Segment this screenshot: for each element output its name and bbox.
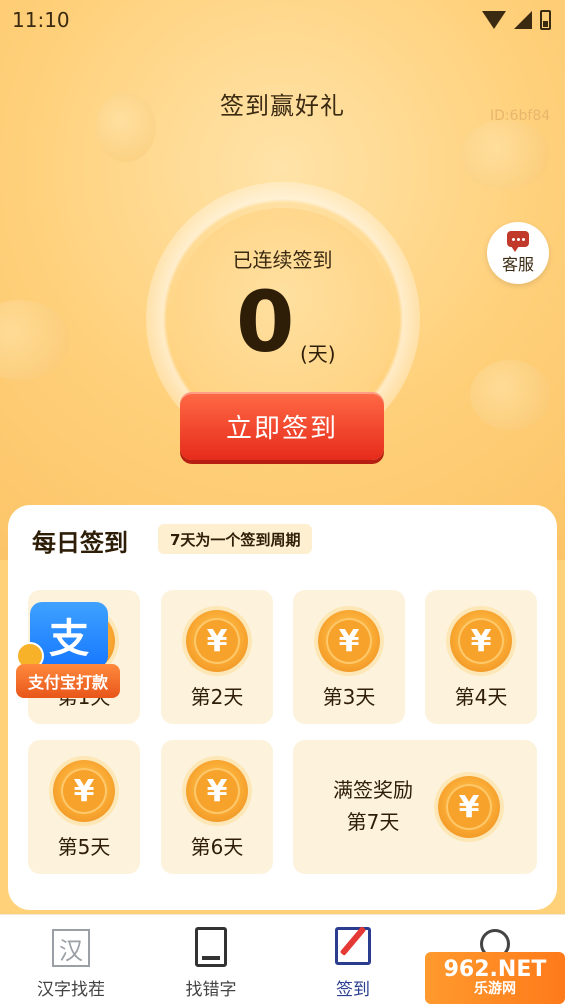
alipay-payout-badge[interactable]: 支 支付宝打款: [16, 602, 120, 698]
streak-unit: (天): [300, 342, 336, 366]
daily-signin-title: 每日签到: [32, 529, 128, 557]
coin-icon: ¥: [318, 610, 380, 672]
day-label: 第5天: [57, 835, 111, 859]
signal-icon: [514, 11, 532, 29]
status-bar: 11:10: [0, 0, 565, 40]
day-2-card[interactable]: ¥ 第2天: [161, 590, 273, 724]
streak-label: 已连续签到: [232, 248, 333, 272]
status-time: 11:10: [12, 8, 70, 32]
page-title: 签到赢好礼: [220, 92, 345, 120]
tab-signin[interactable]: 签到: [298, 915, 408, 1004]
tab-hanzi-spot[interactable]: 汉 汉字找茬: [16, 915, 126, 1004]
status-icons: [482, 10, 551, 30]
user-id: ID:6bf84: [490, 108, 551, 124]
book-icon: [195, 927, 227, 967]
day-label: 第2天: [190, 685, 244, 709]
day-5-card[interactable]: ¥ 第5天: [28, 740, 140, 874]
hanzi-icon: 汉: [52, 929, 90, 967]
decorative-coin: [470, 360, 550, 430]
tab-find-typo[interactable]: 找错字: [156, 915, 266, 1004]
coin-icon: ¥: [186, 610, 248, 672]
tab-label: 签到: [336, 980, 370, 1000]
tab-label: 汉字找茬: [37, 980, 105, 1000]
day-3-card[interactable]: ¥ 第3天: [293, 590, 405, 724]
day-7-text: 第7天: [346, 810, 400, 834]
alipay-ribbon: 支付宝打款: [16, 664, 120, 698]
wifi-icon: [482, 11, 506, 29]
day-label: 第4天: [454, 685, 508, 709]
day-6-card[interactable]: ¥ 第6天: [161, 740, 273, 874]
tab-label: 找错字: [185, 980, 237, 1000]
day-4-card[interactable]: ¥ 第4天: [425, 590, 537, 724]
day-7-card[interactable]: 满签奖励 第7天 ¥: [293, 740, 537, 874]
battery-icon: [540, 10, 551, 30]
streak-count: 0: [236, 273, 295, 371]
full-signin-reward-label: 满签奖励: [333, 778, 413, 802]
cycle-note: 7天为一个签到周期: [158, 524, 313, 554]
signin-button[interactable]: 立即签到: [180, 392, 384, 460]
decorative-coin: [0, 300, 70, 380]
coin-icon: ¥: [53, 760, 115, 822]
coin-icon: ¥: [438, 776, 500, 838]
day-label: 第6天: [190, 835, 244, 859]
coin-icon: ¥: [186, 760, 248, 822]
signin-pen-icon: [335, 927, 371, 965]
site-watermark: 962.NET 乐游网: [425, 952, 565, 1004]
coin-icon: ¥: [450, 610, 512, 672]
day-label: 第3天: [322, 685, 376, 709]
day-7-label: 满签奖励 第7天: [323, 774, 423, 838]
decorative-coin: [460, 120, 550, 190]
daily-signin-card: 每日签到 7天为一个签到周期 ¥ 第1天 ¥ 第2天 ¥ 第3天 ¥ 第4天 ¥…: [8, 505, 557, 910]
